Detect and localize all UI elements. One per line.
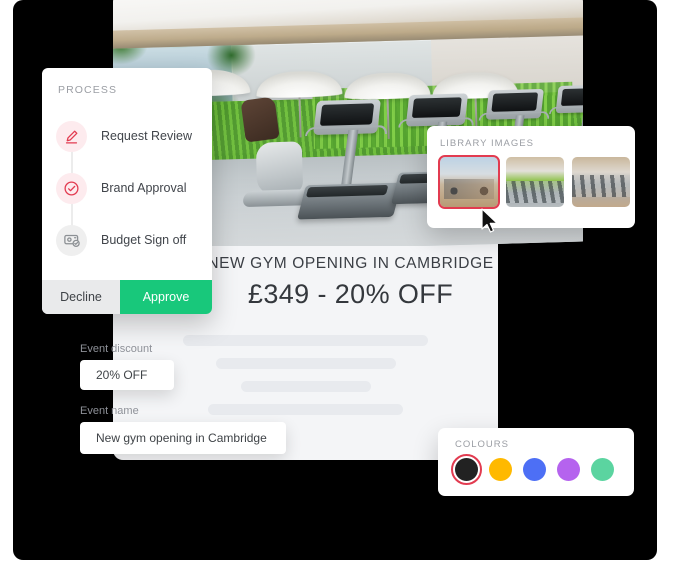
event-discount-input[interactable]: 20% OFF: [80, 360, 174, 390]
process-step-request-review[interactable]: Request Review: [42, 110, 212, 162]
approve-button[interactable]: Approve: [120, 280, 212, 314]
colour-swatch-black[interactable]: [451, 454, 482, 485]
colour-swatch-green[interactable]: [591, 458, 614, 481]
process-step-label: Brand Approval: [101, 181, 187, 195]
decline-button[interactable]: Decline: [42, 280, 120, 314]
placeholder-line: [240, 381, 371, 392]
colours-panel: COLOURS: [438, 428, 634, 496]
placeholder-line: [183, 335, 428, 346]
process-action-bar: Decline Approve: [42, 280, 212, 314]
library-thumbnail-gym-treadmills-garden[interactable]: [506, 157, 564, 207]
colours-panel-title: COLOURS: [455, 439, 509, 450]
event-name-input[interactable]: New gym opening in Cambridge: [80, 422, 286, 454]
library-images-panel: LIBRARY IMAGES: [427, 126, 635, 228]
process-panel-title: PROCESS: [58, 84, 118, 96]
budget-card-icon: [56, 224, 87, 256]
process-step-label: Request Review: [101, 129, 193, 143]
event-name-label: Event name: [80, 405, 139, 417]
process-panel: PROCESS Request Review Brand Approval Bu…: [42, 68, 212, 314]
process-step-list: Request Review Brand Approval Budget Sig…: [42, 110, 212, 280]
pen-edit-icon: [56, 120, 87, 152]
process-step-brand-approval[interactable]: Brand Approval: [42, 162, 212, 214]
library-images-title: LIBRARY IMAGES: [440, 138, 534, 149]
placeholder-line: [208, 404, 403, 415]
library-thumbnail-gym-weights-window[interactable]: [438, 155, 500, 209]
process-step-label: Budget Sign off: [101, 233, 187, 247]
colour-swatch-list: [438, 454, 634, 485]
library-thumbnail-list: [427, 155, 635, 209]
library-thumbnail-gym-cardio-hall[interactable]: [572, 157, 630, 207]
check-circle-icon: [56, 172, 87, 204]
placeholder-line: [215, 358, 396, 369]
colour-swatch-blue[interactable]: [523, 458, 546, 481]
process-step-budget-sign-off[interactable]: Budget Sign off: [42, 214, 212, 266]
colour-swatch-purple[interactable]: [557, 458, 580, 481]
event-discount-label: Event discount: [80, 343, 153, 355]
colour-swatch-amber[interactable]: [489, 458, 512, 481]
